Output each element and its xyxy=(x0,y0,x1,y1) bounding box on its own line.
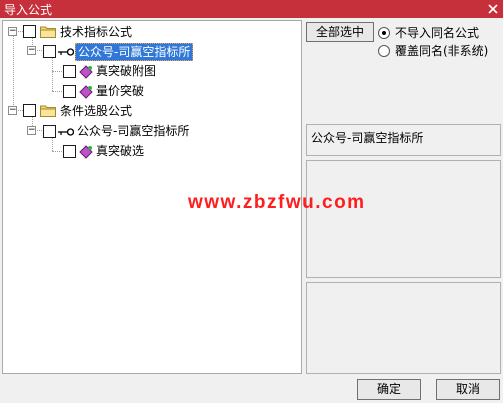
collapse-toggle[interactable]: − xyxy=(27,46,36,55)
tree-checkbox[interactable] xyxy=(43,45,56,58)
author-name: 公众号-司赢空指标所 xyxy=(311,131,424,145)
window-title: 导入公式 xyxy=(4,3,53,17)
radio-button[interactable] xyxy=(378,26,390,39)
cancel-button[interactable]: 取消 xyxy=(436,379,500,400)
tree-checkbox[interactable] xyxy=(23,25,36,38)
radio-label: 覆盖同名(非系统) xyxy=(395,44,489,58)
import-formula-dialog: 导入公式 − 技术指标公式 − 公众号-司赢空指标所 真突破附图 量价突破 − … xyxy=(0,0,503,403)
tree-node-label: 技术指标公式 xyxy=(60,25,133,39)
description-box xyxy=(306,160,501,278)
tree-node-label: 真突破选 xyxy=(96,144,145,158)
select-all-button[interactable]: 全部选中 xyxy=(306,22,374,42)
title-bar: 导入公式 xyxy=(0,0,503,18)
key-icon xyxy=(58,48,74,56)
watermark-text: www.zbzfwu.com xyxy=(188,192,366,213)
formula-gem-icon xyxy=(79,145,93,159)
folder-icon xyxy=(40,105,56,117)
radio-no-import[interactable]: 不导入同名公式 xyxy=(378,24,479,41)
tree-node-label: 量价突破 xyxy=(96,84,145,98)
tree-node-label: 公众号-司赢空指标所 xyxy=(75,43,194,61)
close-icon xyxy=(488,4,498,14)
close-button[interactable] xyxy=(484,1,502,17)
collapse-toggle[interactable]: − xyxy=(8,106,17,115)
radio-label: 不导入同名公式 xyxy=(395,26,480,40)
tree-checkbox[interactable] xyxy=(63,85,76,98)
author-info-box: 公众号-司赢空指标所 xyxy=(306,124,501,156)
tree-node-label: 公众号-司赢空指标所 xyxy=(77,124,190,138)
tree-node-label: 条件选股公式 xyxy=(60,104,133,118)
collapse-toggle[interactable]: − xyxy=(8,27,17,36)
tree-checkbox[interactable] xyxy=(43,125,56,138)
folder-icon xyxy=(40,26,56,38)
notes-box xyxy=(306,282,501,374)
ok-button[interactable]: 确定 xyxy=(357,379,421,400)
key-icon xyxy=(58,128,74,136)
tree-checkbox[interactable] xyxy=(63,145,76,158)
tree-node-label: 真突破附图 xyxy=(96,64,157,78)
tree-checkbox[interactable] xyxy=(63,65,76,78)
radio-overwrite[interactable]: 覆盖同名(非系统) xyxy=(378,42,488,59)
tree-checkbox[interactable] xyxy=(23,104,36,117)
collapse-toggle[interactable]: − xyxy=(27,126,36,135)
formula-gem-icon xyxy=(79,85,93,99)
formula-gem-icon xyxy=(79,65,93,79)
radio-button[interactable] xyxy=(378,44,390,57)
